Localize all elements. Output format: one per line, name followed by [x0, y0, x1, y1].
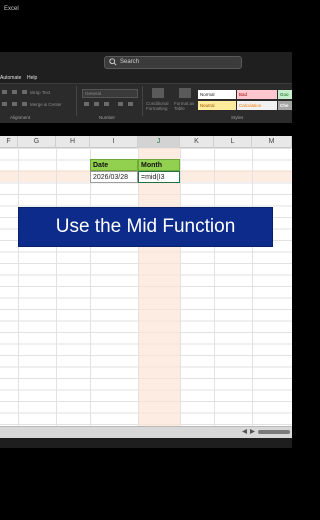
align-center-icon[interactable] [12, 102, 17, 106]
status-bar [0, 438, 292, 448]
horizontal-scrollbar[interactable] [258, 430, 290, 434]
grid-line [214, 148, 215, 426]
ribbon-separator [76, 86, 77, 116]
grid-line [18, 148, 19, 426]
style-bad[interactable]: Bad [237, 90, 277, 99]
wrap-text-button[interactable]: Wrap Text [30, 90, 50, 95]
style-calculation[interactable]: Calculation [237, 101, 277, 110]
cell-i2-date-header[interactable]: Date [90, 159, 138, 171]
caption-text: Use the Mid Function [55, 216, 236, 237]
styles-group-label: Styles [231, 115, 244, 120]
format-as-table-button[interactable]: Format as Table [174, 101, 196, 111]
style-check-cell[interactable]: Che [278, 101, 292, 110]
column-header-l[interactable]: L [214, 136, 252, 148]
wrap-text-icon[interactable] [22, 90, 27, 94]
column-header-m[interactable]: M [252, 136, 292, 148]
comma-icon[interactable] [104, 102, 109, 106]
format-as-table-icon[interactable] [179, 88, 191, 98]
number-format-value: General [85, 91, 102, 96]
grid-line [180, 148, 181, 426]
column-header-k[interactable]: K [180, 136, 214, 148]
grid-line [56, 148, 57, 426]
increase-decimal-icon[interactable] [118, 102, 123, 106]
merge-center-button[interactable]: Merge & Center [30, 102, 62, 107]
active-column-highlight [138, 148, 180, 426]
menu-help[interactable]: Help [27, 75, 37, 81]
column-header-h[interactable]: H [56, 136, 90, 148]
grid-line [252, 148, 253, 426]
search-icon[interactable] [109, 58, 117, 66]
align-left-icon[interactable] [2, 102, 7, 106]
style-normal[interactable]: Normal [198, 90, 236, 99]
align-middle-icon[interactable] [12, 90, 17, 94]
percent-icon[interactable] [94, 102, 99, 106]
cell-j3-formula[interactable]: =mid(I3 [138, 171, 180, 183]
column-header-g[interactable]: G [18, 136, 56, 148]
conditional-formatting-button[interactable]: Conditional Formatting [146, 101, 172, 111]
cell-i3-date[interactable]: 2026/03/28 [90, 171, 138, 183]
cell-j2-month-header[interactable]: Month [138, 159, 180, 171]
menu-automate[interactable]: Automate [0, 75, 21, 81]
style-neutral[interactable]: Neutral [198, 101, 236, 110]
conditional-formatting-icon[interactable] [152, 88, 164, 98]
style-good[interactable]: Goo [278, 90, 292, 99]
grid-line [138, 148, 139, 426]
merge-icon[interactable] [22, 102, 27, 106]
column-header-j[interactable]: J [138, 136, 180, 148]
menu-bar [0, 74, 292, 83]
decrease-decimal-icon[interactable] [128, 102, 133, 106]
app-title: Excel [4, 6, 19, 12]
column-header-f[interactable]: F [0, 136, 18, 148]
grid-line [90, 148, 91, 426]
ribbon-separator [142, 86, 143, 116]
alignment-group-label: Alignment [10, 115, 31, 120]
align-top-icon[interactable] [2, 90, 7, 94]
search-placeholder: Search [120, 59, 140, 65]
currency-icon[interactable] [84, 102, 89, 106]
column-header-i[interactable]: I [90, 136, 138, 148]
sheet-tab-bar [0, 426, 292, 438]
number-group-label: Number [99, 115, 116, 120]
